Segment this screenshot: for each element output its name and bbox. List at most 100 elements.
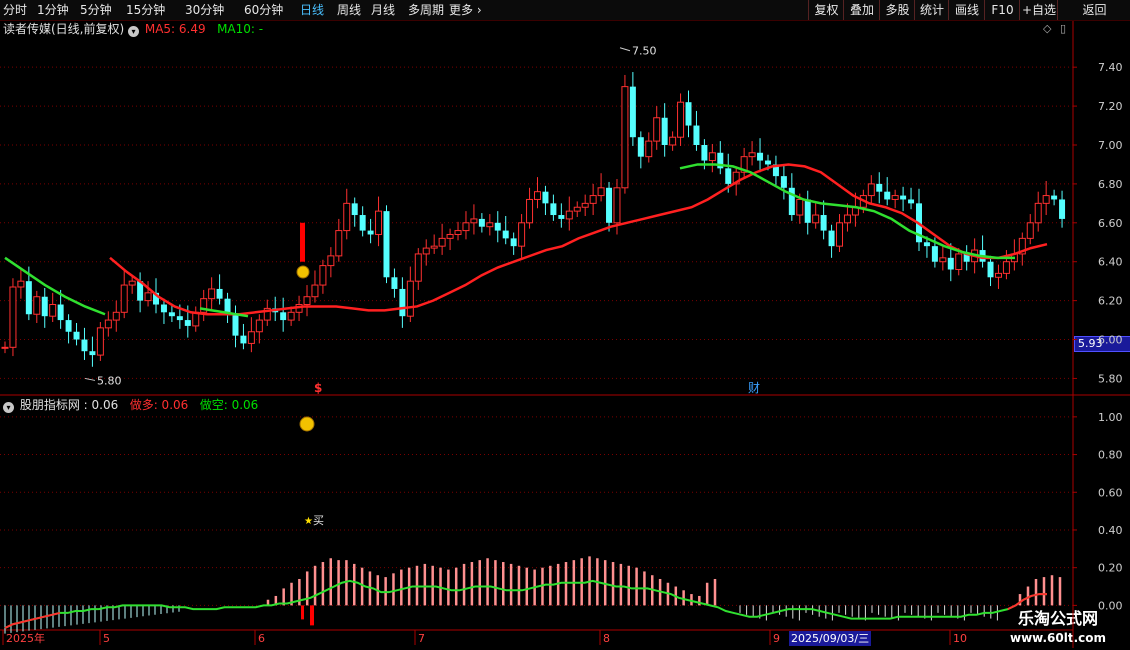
candle-body-30 bbox=[240, 335, 247, 344]
candle-body-46 bbox=[367, 230, 374, 235]
candle-body-66 bbox=[526, 198, 534, 224]
toolbar-button-5[interactable]: F10 bbox=[984, 0, 1020, 20]
candle-body-99 bbox=[788, 187, 795, 216]
star-icon: ★ bbox=[304, 516, 313, 527]
candle-body-19 bbox=[153, 292, 160, 305]
candle-body-128 bbox=[1018, 237, 1026, 255]
candle-body-133 bbox=[1059, 199, 1066, 219]
candle-body-11 bbox=[89, 351, 96, 356]
candle-body-107 bbox=[851, 206, 859, 216]
dollar-marker: $ bbox=[314, 381, 322, 395]
short-label: 做空: 0.06 bbox=[199, 398, 259, 412]
long-label: 做多: 0.06 bbox=[129, 398, 189, 412]
candle-body-48 bbox=[383, 211, 390, 278]
period-tab-0[interactable]: 分时 bbox=[3, 0, 27, 20]
candle-body-37 bbox=[295, 304, 303, 313]
candle-body-105 bbox=[836, 222, 844, 247]
period-tab-4[interactable]: 30分钟 bbox=[185, 0, 224, 20]
period-tab-9[interactable]: 多周期 bbox=[408, 0, 444, 20]
period-tab-8[interactable]: 月线 bbox=[371, 0, 395, 20]
candle-body-41 bbox=[327, 255, 335, 267]
candle-body-82 bbox=[653, 117, 661, 142]
ind-tick-label-3: 0.60 bbox=[1098, 486, 1123, 499]
ma-mid-green-line bbox=[199, 307, 249, 318]
buy-label: 买 bbox=[313, 514, 324, 527]
candle-body-38 bbox=[303, 296, 311, 306]
toolbar-button-3[interactable]: 统计 bbox=[914, 0, 949, 20]
ind-tick-label-1: 0.20 bbox=[1098, 562, 1123, 575]
candle-body-34 bbox=[272, 308, 279, 313]
candle-body-67 bbox=[534, 191, 541, 200]
candle-body-69 bbox=[550, 203, 557, 216]
candle-body-79 bbox=[629, 86, 636, 138]
period-tab-10[interactable]: 更多 › bbox=[449, 0, 482, 20]
toolbar-button-1[interactable]: 叠加 bbox=[843, 0, 880, 20]
candle-body-49 bbox=[391, 277, 398, 289]
indicator-menu-icon[interactable]: ▾ bbox=[3, 402, 14, 413]
candle-body-90 bbox=[717, 152, 724, 169]
x-label-5: 9 bbox=[773, 632, 780, 645]
candle-body-77 bbox=[613, 187, 621, 224]
candle-body-91 bbox=[725, 168, 732, 184]
period-tab-7[interactable]: 周线 bbox=[337, 0, 361, 20]
candle-body-65 bbox=[518, 222, 526, 247]
candle-body-93 bbox=[740, 156, 748, 173]
candle-body-98 bbox=[780, 176, 787, 188]
toolbar-button-4[interactable]: 画线 bbox=[948, 0, 985, 20]
candle-body-94 bbox=[748, 152, 756, 158]
period-tab-1[interactable]: 1分钟 bbox=[37, 0, 69, 20]
period-tab-5[interactable]: 60分钟 bbox=[244, 0, 283, 20]
high-pointer bbox=[619, 47, 631, 52]
toolbar-button-2[interactable]: 多股 bbox=[879, 0, 915, 20]
ma10-label: MA10: - bbox=[217, 22, 264, 36]
indicator-info-line: ▾ 股朋指标网 : 0.06 做多: 0.06 做空: 0.06 bbox=[3, 397, 258, 413]
watermark-logo: 乐淘公式网 www.60lt.com bbox=[988, 606, 1128, 648]
indicator-value: : 0.06 bbox=[83, 398, 119, 412]
ind-tick-label-5: 1.00 bbox=[1098, 411, 1123, 424]
candle-body-51 bbox=[406, 280, 414, 317]
candle-body-110 bbox=[876, 183, 883, 192]
candle-body-80 bbox=[637, 137, 644, 157]
candle-body-111 bbox=[884, 191, 891, 200]
candle-body-6 bbox=[49, 304, 57, 317]
period-tab-3[interactable]: 15分钟 bbox=[126, 0, 165, 20]
candle-body-73 bbox=[581, 202, 589, 208]
candle-body-16 bbox=[128, 280, 136, 286]
candle-body-27 bbox=[216, 288, 223, 299]
period-tab-2[interactable]: 5分钟 bbox=[80, 0, 112, 20]
settings-icon[interactable]: ▾ bbox=[128, 26, 140, 37]
candle-body-8 bbox=[65, 320, 72, 332]
candle-body-9 bbox=[73, 331, 80, 340]
candle-body-61 bbox=[486, 222, 494, 228]
toolbar-button-0[interactable]: 复权 bbox=[808, 0, 844, 20]
money-bag-icon bbox=[296, 265, 310, 279]
candle-body-118 bbox=[939, 257, 947, 263]
candle-body-2 bbox=[17, 280, 25, 288]
money-bag-icon-2 bbox=[299, 416, 315, 432]
candle-body-124 bbox=[987, 261, 994, 278]
candle-body-13 bbox=[104, 319, 112, 329]
candle-body-85 bbox=[677, 101, 685, 138]
candle-body-72 bbox=[573, 206, 581, 212]
candle-body-40 bbox=[319, 265, 327, 286]
candle-body-17 bbox=[137, 281, 144, 301]
watermark-line1: 乐淘公式网 bbox=[1017, 609, 1098, 628]
candle-body-22 bbox=[176, 316, 183, 321]
scroll-icon[interactable]: ▯ bbox=[1060, 22, 1066, 35]
candle-body-104 bbox=[828, 230, 835, 247]
candlestick-chart[interactable]: 5.806.006.206.406.606.807.007.207.400.00… bbox=[0, 0, 1130, 650]
candle-body-58 bbox=[462, 222, 470, 232]
candle-body-33 bbox=[263, 307, 271, 321]
candle-body-131 bbox=[1042, 195, 1050, 204]
candle-body-103 bbox=[820, 215, 827, 231]
toolbar-button-7[interactable]: 返回 bbox=[1057, 0, 1130, 20]
candle-body-60 bbox=[478, 218, 485, 227]
diamond-icon[interactable]: ◇ bbox=[1043, 22, 1051, 35]
period-tab-6[interactable]: 日线 bbox=[300, 0, 324, 20]
toolbar-button-6[interactable]: +自选 bbox=[1019, 0, 1058, 20]
candle-body-57 bbox=[454, 230, 462, 235]
candle-body-71 bbox=[565, 210, 573, 220]
cai-marker: 财 bbox=[748, 381, 760, 395]
signal-candle bbox=[300, 222, 305, 262]
candle-body-20 bbox=[160, 304, 167, 313]
